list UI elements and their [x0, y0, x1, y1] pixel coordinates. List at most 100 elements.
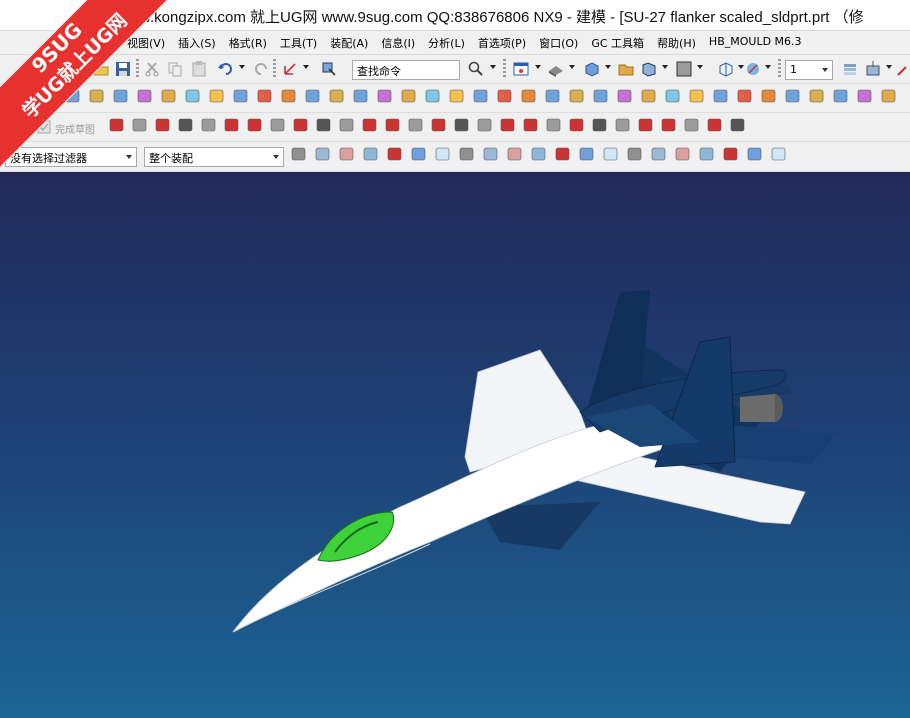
snap-icon[interactable]: [627, 147, 642, 161]
point-icon[interactable]: [723, 147, 738, 161]
blend-icon[interactable]: [377, 89, 392, 103]
undo-dropdown[interactable]: [239, 65, 245, 69]
block-dropdown[interactable]: [605, 65, 611, 69]
subtract-icon[interactable]: [257, 89, 272, 103]
hole-icon[interactable]: [809, 89, 824, 103]
blend-icon[interactable]: [857, 89, 872, 103]
draft-icon[interactable]: [449, 89, 464, 103]
line-icon[interactable]: [270, 118, 285, 132]
arc-icon[interactable]: [569, 118, 584, 132]
line-icon[interactable]: [132, 118, 147, 132]
snap-icons-strip[interactable]: [290, 142, 900, 172]
boss-icon[interactable]: [353, 89, 368, 103]
csys-icon[interactable]: [281, 60, 299, 78]
graphics-viewport[interactable]: [0, 172, 910, 718]
fillet-icon[interactable]: [615, 118, 630, 132]
layer-move-icon[interactable]: [864, 60, 882, 78]
rectangle-icon[interactable]: [638, 118, 653, 132]
unite-icon[interactable]: [473, 89, 488, 103]
arc-icon[interactable]: [293, 118, 308, 132]
open-folder-icon[interactable]: [92, 60, 110, 78]
grid-icon[interactable]: [771, 147, 786, 161]
menu-information[interactable]: 信息(I): [381, 35, 415, 51]
search-dropdown[interactable]: [490, 65, 496, 69]
view-orient-dropdown[interactable]: [662, 65, 668, 69]
aircraft-model[interactable]: [0, 172, 910, 718]
copy-icon[interactable]: [166, 60, 184, 78]
profile-icon[interactable]: [523, 118, 538, 132]
sketch-icons-strip[interactable]: [100, 113, 800, 142]
fit-icon[interactable]: [717, 60, 735, 78]
circle-icon[interactable]: [592, 118, 607, 132]
arc-icon[interactable]: [431, 118, 446, 132]
shaded-view-icon[interactable]: [547, 60, 565, 78]
menu-view[interactable]: 视图(V): [127, 35, 165, 51]
blend-icon[interactable]: [137, 89, 152, 103]
draft-icon[interactable]: [209, 89, 224, 103]
grid-icon[interactable]: [603, 147, 618, 161]
revolve-icon[interactable]: [65, 89, 80, 103]
shell-icon[interactable]: [185, 89, 200, 103]
extrude-icon[interactable]: [41, 89, 56, 103]
toolbar-grip[interactable]: [136, 59, 139, 79]
line-icon[interactable]: [546, 118, 561, 132]
line-icon[interactable]: [684, 118, 699, 132]
cut-icon[interactable]: [143, 60, 161, 78]
menu-preferences[interactable]: 首选项(P): [478, 35, 526, 51]
rectangle-icon[interactable]: [500, 118, 515, 132]
arc-icon[interactable]: [707, 118, 722, 132]
command-search-input[interactable]: 查找命令: [352, 60, 460, 80]
unite-icon[interactable]: [713, 89, 728, 103]
undo-icon[interactable]: [217, 60, 235, 78]
search-icon[interactable]: [467, 60, 485, 78]
layout-dropdown[interactable]: [535, 65, 541, 69]
block-icon[interactable]: [583, 60, 601, 78]
select-box-icon[interactable]: [675, 147, 690, 161]
draft-icon[interactable]: [689, 89, 704, 103]
paste-icon[interactable]: [190, 60, 208, 78]
blend-icon[interactable]: [617, 89, 632, 103]
line-icon[interactable]: [747, 147, 762, 161]
layer-dropdown[interactable]: [886, 65, 892, 69]
boss-icon[interactable]: [833, 89, 848, 103]
menu-window[interactable]: 窗口(O): [539, 35, 578, 51]
snap-icon[interactable]: [291, 147, 306, 161]
circle-icon[interactable]: [454, 118, 469, 132]
chamfer-icon[interactable]: [161, 89, 176, 103]
menu-tools[interactable]: 工具(T): [280, 35, 317, 51]
redo-icon[interactable]: [252, 60, 270, 78]
shell-icon[interactable]: [665, 89, 680, 103]
rotate-icon[interactable]: [315, 147, 330, 161]
hole-icon[interactable]: [329, 89, 344, 103]
select-face-icon[interactable]: [531, 147, 546, 161]
finish-sketch-icon[interactable]: [35, 118, 53, 136]
fillet-icon[interactable]: [477, 118, 492, 132]
profile-icon[interactable]: [661, 118, 676, 132]
circle-icon[interactable]: [178, 118, 193, 132]
arc-icon[interactable]: [155, 118, 170, 132]
color-square-icon[interactable]: [675, 60, 693, 78]
circle-icon[interactable]: [730, 118, 745, 132]
save-icon[interactable]: [114, 60, 132, 78]
tool-icon[interactable]: [895, 60, 910, 78]
select-face-icon[interactable]: [699, 147, 714, 161]
color-dropdown[interactable]: [697, 65, 703, 69]
revolve-icon[interactable]: [545, 89, 560, 103]
hole-icon[interactable]: [89, 89, 104, 103]
render-dropdown[interactable]: [765, 65, 771, 69]
profile-icon[interactable]: [247, 118, 262, 132]
menu-insert[interactable]: 插入(S): [178, 35, 216, 51]
wcs-icon[interactable]: [617, 60, 635, 78]
subtract-icon[interactable]: [737, 89, 752, 103]
shell-icon[interactable]: [425, 89, 440, 103]
fillet-icon[interactable]: [201, 118, 216, 132]
chamfer-icon[interactable]: [401, 89, 416, 103]
menu-assembly[interactable]: 装配(A): [330, 35, 368, 51]
select-icon[interactable]: [320, 60, 338, 78]
rectangle-icon[interactable]: [224, 118, 239, 132]
shaded-view-dropdown[interactable]: [569, 65, 575, 69]
snap-icon[interactable]: [459, 147, 474, 161]
extrude-icon[interactable]: [281, 89, 296, 103]
rectangle-icon[interactable]: [362, 118, 377, 132]
layer-settings-icon[interactable]: [841, 60, 859, 78]
